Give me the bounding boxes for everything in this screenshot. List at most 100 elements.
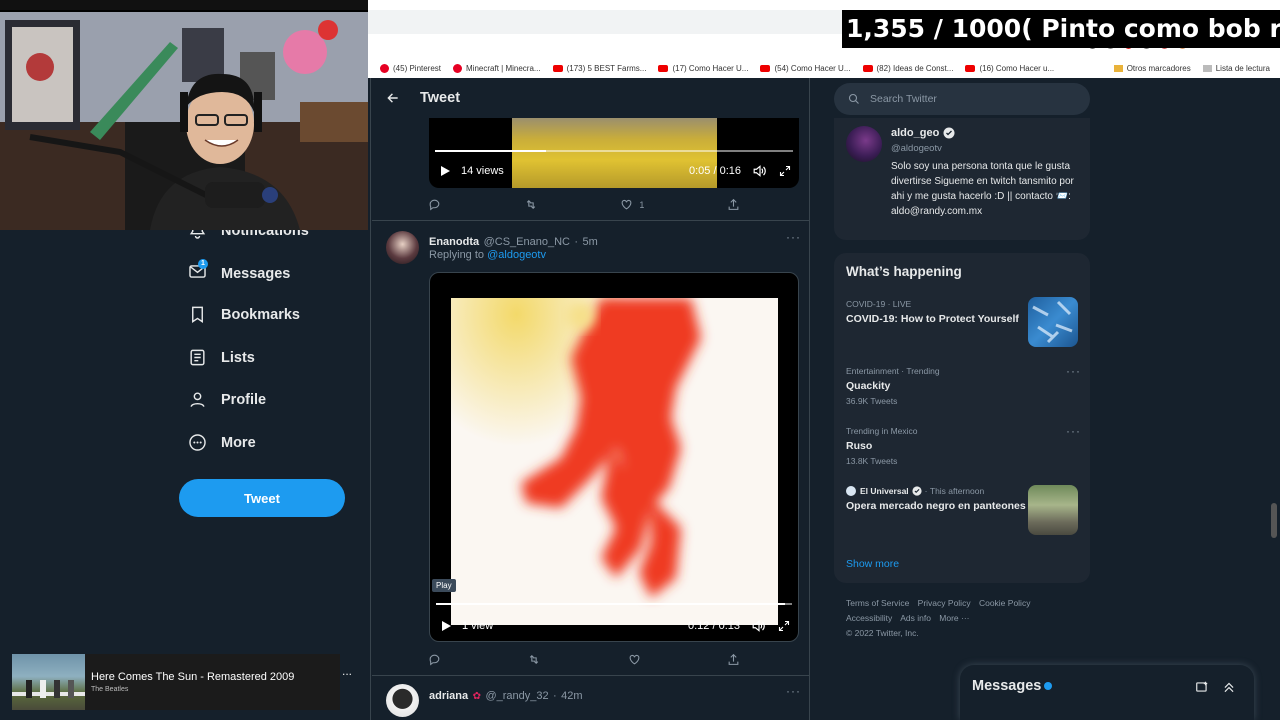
messages-drawer[interactable]: Messages <box>960 665 1254 720</box>
scrollbar-thumb[interactable] <box>1271 503 1277 538</box>
reply-icon <box>429 654 440 666</box>
page-scrollbar[interactable] <box>1268 78 1280 720</box>
video-frame-2 <box>451 298 778 625</box>
now-playing-more-icon[interactable]: ... <box>342 664 352 678</box>
footer-more[interactable]: More ··· <box>939 613 969 623</box>
tweet-author-handle[interactable]: @CS_Enano_NC <box>484 236 570 248</box>
bookmark-youtube-1[interactable]: (173) 5 BEST Farms... <box>552 64 646 73</box>
pinterest-icon <box>380 63 389 73</box>
bookmark-youtube-5[interactable]: (16) Como Hacer u... <box>965 64 1054 73</box>
tweet-author-name[interactable]: adriana <box>429 690 468 702</box>
news-source-row: El Universal · This afternoon <box>846 486 1026 496</box>
tweet-thread: Tweet 14 views 0:05 / 0:16 1 Enanodta @C… <box>372 78 810 720</box>
tweet-author-name[interactable]: Enanodta <box>429 236 479 248</box>
streamer-webcam-image <box>0 12 368 230</box>
retweet-button[interactable] <box>524 198 538 211</box>
like-button[interactable] <box>628 653 641 666</box>
trend-more-icon[interactable]: ··· <box>1066 424 1081 438</box>
other-bookmarks[interactable]: Otros marcadores <box>1113 64 1191 73</box>
play-icon[interactable] <box>439 165 451 177</box>
share-button[interactable] <box>727 198 740 211</box>
volume-icon[interactable] <box>753 165 767 177</box>
video-player-2[interactable]: Play 1 view 0:12 / 0:13 <box>429 272 799 642</box>
profile-name[interactable]: aldo_geo <box>891 127 939 139</box>
trend-item[interactable]: Entertainment · Trending Quackity 36.9K … <box>846 366 1046 406</box>
share-icon <box>728 653 739 665</box>
footer-privacy[interactable]: Privacy Policy <box>918 598 971 608</box>
like-button[interactable]: 1 <box>620 198 644 211</box>
bookmark-youtube-2[interactable]: (17) Como Hacer U... <box>658 64 748 73</box>
video-1-progress-track[interactable] <box>435 150 793 152</box>
news-item[interactable]: El Universal · This afternoon Opera merc… <box>846 486 1026 513</box>
footer-ads-info[interactable]: Ads info <box>900 613 931 623</box>
video-player-1[interactable]: 14 views 0:05 / 0:16 <box>429 118 799 188</box>
share-button[interactable] <box>727 653 740 666</box>
reply-icon <box>429 199 440 211</box>
nav-more[interactable]: More <box>188 433 256 452</box>
new-message-icon[interactable] <box>1195 680 1209 694</box>
share-icon <box>728 198 739 210</box>
video-1-views: 14 views <box>461 165 504 177</box>
like-count: 1 <box>639 199 645 210</box>
heart-icon <box>629 654 640 665</box>
trend-item[interactable]: Trending in Mexico Ruso 13.8K Tweets <box>846 426 1046 466</box>
footer-copyright: © 2022 Twitter, Inc. <box>846 628 919 638</box>
tweet-more-icon[interactable]: ··· <box>786 684 801 698</box>
bookmark-pinterest[interactable]: (45) Pinterest <box>380 63 441 73</box>
figure <box>68 680 74 698</box>
tweet-more-icon[interactable]: ··· <box>786 230 801 244</box>
bookmark-minecraft[interactable]: Minecraft | Minecra... <box>453 63 541 73</box>
tweet-time[interactable]: 42m <box>561 690 582 702</box>
video-2-time: 0:12 / 0:13 <box>688 620 740 632</box>
bookmark-youtube-3[interactable]: (54) Como Hacer U... <box>760 64 851 73</box>
footer-terms[interactable]: Terms of Service <box>846 598 909 608</box>
verified-badge-icon <box>912 486 922 496</box>
search-input[interactable]: Search Twitter <box>834 83 1090 115</box>
figure <box>26 680 32 698</box>
profile-contact: aldo@randy.com.mx <box>891 206 983 217</box>
replying-to-line: Replying to @aldogeotv <box>429 249 546 261</box>
search-placeholder: Search Twitter <box>870 93 937 105</box>
bookmark-youtube-4[interactable]: (82) Ideas de Const... <box>862 64 953 73</box>
footer-cookies[interactable]: Cookie Policy <box>979 598 1031 608</box>
trend-thumbnail <box>1028 297 1078 347</box>
reply-button[interactable] <box>428 653 441 666</box>
search-icon <box>848 93 859 104</box>
back-arrow-icon[interactable] <box>386 91 400 105</box>
nav-messages[interactable]: 1 Messages <box>188 259 290 285</box>
trend-more-icon[interactable]: ··· <box>1066 364 1081 378</box>
tweet-2-actions <box>428 653 740 666</box>
reply-button[interactable] <box>428 198 441 211</box>
trend-item[interactable]: COVID-19 · LIVE COVID-19: How to Protect… <box>846 299 1026 326</box>
replying-to-link[interactable]: @aldogeotv <box>487 249 546 261</box>
nav-lists[interactable]: Lists <box>188 348 255 367</box>
more-circle-icon <box>189 434 206 451</box>
tweet-button[interactable]: Tweet <box>179 479 345 517</box>
collapse-up-icon[interactable] <box>1222 680 1236 694</box>
webcam-overlay <box>0 12 368 230</box>
video-2-progress-track[interactable] <box>436 603 792 605</box>
unread-dot <box>1044 682 1052 690</box>
tweet-author-handle[interactable]: @_randy_32 <box>485 690 548 702</box>
volume-icon[interactable] <box>752 620 766 632</box>
divider <box>372 675 809 676</box>
avatar[interactable] <box>386 231 419 264</box>
show-more-link[interactable]: Show more <box>846 558 899 570</box>
avatar[interactable] <box>386 684 419 717</box>
footer-accessibility[interactable]: Accessibility <box>846 613 892 623</box>
nav-bookmarks[interactable]: Bookmarks <box>188 305 300 324</box>
track-artist: The Beatles <box>91 686 129 693</box>
nav-profile[interactable]: Profile <box>188 390 266 409</box>
avatar[interactable] <box>846 126 882 162</box>
fullscreen-icon[interactable] <box>779 165 791 177</box>
fullscreen-icon[interactable] <box>778 620 790 632</box>
news-thumbnail <box>1028 485 1078 535</box>
retweet-button[interactable] <box>527 653 541 666</box>
person-icon <box>190 392 205 407</box>
reading-list[interactable]: Lista de lectura <box>1202 64 1270 73</box>
play-icon[interactable] <box>440 620 452 632</box>
profile-bio: Solo soy una persona tonta que le gusta … <box>891 161 1074 217</box>
tweet-3-header: adriana ✿ @_randy_32 · 42m <box>429 686 583 704</box>
video-2-controls: 1 view 0:12 / 0:13 <box>430 611 798 641</box>
tweet-time[interactable]: 5m <box>583 236 598 248</box>
